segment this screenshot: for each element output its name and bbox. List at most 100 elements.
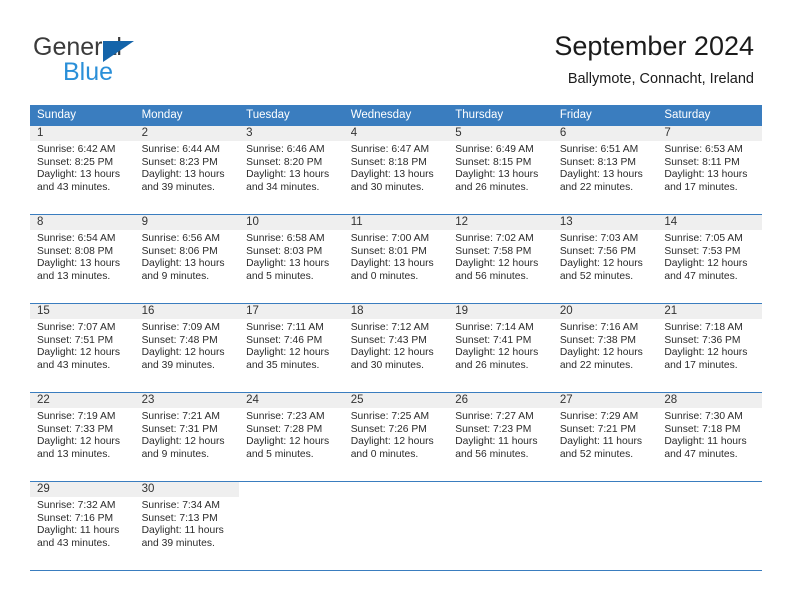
- day-number: 25: [343, 393, 449, 408]
- sunrise-text: Sunrise: 6:47 AM: [350, 144, 430, 155]
- day-cell[interactable]: 26 Sunrise: 7:27 AM Sunset: 7:23 PM Dayl…: [448, 393, 553, 481]
- day-number: [657, 482, 762, 497]
- day-details: Sunrise: 7:19 AM Sunset: 7:33 PM Dayligh…: [30, 408, 135, 461]
- day-number: 15: [30, 304, 135, 319]
- day-cell[interactable]: 4 Sunrise: 6:47 AM Sunset: 8:18 PM Dayli…: [343, 126, 449, 214]
- daylight-text-line2: and 34 minutes.: [246, 181, 320, 193]
- sunrise-text: Sunrise: 6:58 AM: [246, 233, 325, 244]
- daylight-text-line2: and 43 minutes.: [37, 359, 111, 371]
- weekday-header-tuesday: Tuesday: [246, 109, 290, 121]
- day-cell[interactable]: 17 Sunrise: 7:11 AM Sunset: 7:46 PM Dayl…: [239, 304, 344, 392]
- sunset-text: Sunset: 8:01 PM: [350, 245, 427, 257]
- day-details: Sunrise: 7:25 AM Sunset: 7:26 PM Dayligh…: [344, 408, 449, 461]
- daylight-text-line1: Daylight: 13 hours: [246, 169, 330, 181]
- day-details: Sunrise: 6:47 AM Sunset: 8:18 PM Dayligh…: [344, 141, 449, 194]
- sunrise-text: Sunrise: 7:00 AM: [350, 233, 430, 244]
- day-cell[interactable]: 15 Sunrise: 7:07 AM Sunset: 7:51 PM Dayl…: [30, 304, 135, 392]
- logo-text-blue: Blue: [63, 58, 114, 86]
- day-cell[interactable]: 1 Sunrise: 6:42 AM Sunset: 8:25 PM Dayli…: [30, 126, 135, 214]
- sunset-text: Sunset: 7:53 PM: [664, 245, 741, 257]
- daylight-text-line1: Daylight: 12 hours: [455, 258, 539, 270]
- day-cell[interactable]: 7 Sunrise: 6:53 AM Sunset: 8:11 PM Dayli…: [657, 126, 762, 214]
- sunset-text: Sunset: 7:36 PM: [664, 334, 741, 346]
- sunrise-text: Sunrise: 7:02 AM: [455, 233, 534, 244]
- day-cell[interactable]: 5 Sunrise: 6:49 AM Sunset: 8:15 PM Dayli…: [448, 126, 553, 214]
- day-cell[interactable]: 2 Sunrise: 6:44 AM Sunset: 8:23 PM Dayli…: [134, 126, 240, 214]
- day-cell[interactable]: 13 Sunrise: 7:03 AM Sunset: 7:56 PM Dayl…: [552, 215, 658, 303]
- day-cell[interactable]: 25 Sunrise: 7:25 AM Sunset: 7:26 PM Dayl…: [343, 393, 449, 481]
- day-number: [553, 482, 658, 497]
- day-details: Sunrise: 7:34 AM Sunset: 7:13 PM Dayligh…: [135, 497, 240, 550]
- day-cell[interactable]: 18 Sunrise: 7:12 AM Sunset: 7:43 PM Dayl…: [343, 304, 449, 392]
- daylight-text-line2: and 39 minutes.: [141, 181, 215, 193]
- day-number: 21: [657, 304, 762, 319]
- day-number: 9: [134, 215, 240, 230]
- day-cell[interactable]: 28 Sunrise: 7:30 AM Sunset: 7:18 PM Dayl…: [657, 393, 762, 481]
- sunrise-text: Sunrise: 7:32 AM: [37, 500, 116, 511]
- day-cell[interactable]: 12 Sunrise: 7:02 AM Sunset: 7:58 PM Dayl…: [448, 215, 553, 303]
- day-details: Sunrise: 7:00 AM Sunset: 8:01 PM Dayligh…: [344, 230, 449, 283]
- weekday-header-row: Sunday Monday Tuesday Wednesday Thursday…: [30, 105, 762, 126]
- day-cell[interactable]: 11 Sunrise: 7:00 AM Sunset: 8:01 PM Dayl…: [343, 215, 449, 303]
- daylight-text-line2: and 39 minutes.: [141, 537, 215, 549]
- day-details: Sunrise: 7:16 AM Sunset: 7:38 PM Dayligh…: [553, 319, 658, 372]
- day-cell[interactable]: 23 Sunrise: 7:21 AM Sunset: 7:31 PM Dayl…: [134, 393, 240, 481]
- daylight-text-line2: and 5 minutes.: [246, 448, 314, 460]
- day-cell[interactable]: 3 Sunrise: 6:46 AM Sunset: 8:20 PM Dayli…: [239, 126, 344, 214]
- general-blue-logo[interactable]: General Blue: [33, 33, 193, 88]
- daylight-text-line2: and 9 minutes.: [141, 448, 210, 460]
- day-cell[interactable]: 24 Sunrise: 7:23 AM Sunset: 7:28 PM Dayl…: [239, 393, 344, 481]
- day-cell[interactable]: 27 Sunrise: 7:29 AM Sunset: 7:21 PM Dayl…: [552, 393, 658, 481]
- day-cell[interactable]: 30 Sunrise: 7:34 AM Sunset: 7:13 PM Dayl…: [134, 482, 240, 570]
- daylight-text-line1: Daylight: 13 hours: [141, 169, 225, 181]
- sunset-text: Sunset: 7:58 PM: [455, 245, 532, 257]
- daylight-text-line1: Daylight: 11 hours: [455, 436, 538, 448]
- day-cell[interactable]: 21 Sunrise: 7:18 AM Sunset: 7:36 PM Dayl…: [657, 304, 762, 392]
- day-cell[interactable]: 20 Sunrise: 7:16 AM Sunset: 7:38 PM Dayl…: [552, 304, 658, 392]
- weekday-header-sunday: Sunday: [37, 109, 77, 121]
- daylight-text-line2: and 52 minutes.: [559, 448, 634, 460]
- sunset-text: Sunset: 7:46 PM: [246, 334, 323, 346]
- day-number: 29: [30, 482, 135, 497]
- daylight-text-line1: Daylight: 12 hours: [664, 347, 748, 359]
- day-details: Sunrise: 7:07 AM Sunset: 7:51 PM Dayligh…: [30, 319, 135, 372]
- sunset-text: Sunset: 7:33 PM: [37, 423, 114, 435]
- sunset-text: Sunset: 8:20 PM: [246, 156, 323, 168]
- day-cell[interactable]: 6 Sunrise: 6:51 AM Sunset: 8:13 PM Dayli…: [552, 126, 658, 214]
- daylight-text-line2: and 52 minutes.: [559, 270, 634, 282]
- daylight-text-line1: Daylight: 11 hours: [559, 436, 643, 448]
- day-number: [344, 482, 449, 497]
- day-details: Sunrise: 6:56 AM Sunset: 8:06 PM Dayligh…: [135, 230, 240, 283]
- daylight-text-line1: Daylight: 12 hours: [141, 347, 225, 359]
- daylight-text-line2: and 30 minutes.: [350, 359, 424, 371]
- day-cell[interactable]: 19 Sunrise: 7:14 AM Sunset: 7:41 PM Dayl…: [448, 304, 553, 392]
- day-cell[interactable]: 10 Sunrise: 6:58 AM Sunset: 8:03 PM Dayl…: [239, 215, 344, 303]
- day-number: 7: [657, 126, 762, 141]
- sunrise-text: Sunrise: 7:09 AM: [141, 322, 220, 333]
- sunrise-text: Sunrise: 7:14 AM: [455, 322, 534, 333]
- weekday-header-saturday: Saturday: [664, 109, 711, 121]
- daylight-text-line2: and 17 minutes.: [664, 181, 738, 193]
- day-details: Sunrise: 7:23 AM Sunset: 7:28 PM Dayligh…: [239, 408, 344, 461]
- sunrise-text: Sunrise: 7:07 AM: [37, 322, 116, 333]
- day-cell[interactable]: 16 Sunrise: 7:09 AM Sunset: 7:48 PM Dayl…: [134, 304, 240, 392]
- daylight-text-line2: and 39 minutes.: [141, 359, 215, 371]
- sunrise-text: Sunrise: 7:05 AM: [664, 233, 743, 244]
- day-number: 26: [448, 393, 553, 408]
- day-cell[interactable]: 9 Sunrise: 6:56 AM Sunset: 8:06 PM Dayli…: [134, 215, 240, 303]
- week-row: 29 Sunrise: 7:32 AM Sunset: 7:16 PM Dayl…: [30, 482, 762, 571]
- day-details: Sunrise: 7:14 AM Sunset: 7:41 PM Dayligh…: [448, 319, 553, 372]
- daylight-text-line1: Daylight: 13 hours: [559, 169, 643, 181]
- day-cell[interactable]: 8 Sunrise: 6:54 AM Sunset: 8:08 PM Dayli…: [30, 215, 135, 303]
- sunrise-text: Sunrise: 6:56 AM: [141, 233, 220, 244]
- daylight-text-line1: Daylight: 13 hours: [246, 258, 330, 270]
- day-cell[interactable]: 22 Sunrise: 7:19 AM Sunset: 7:33 PM Dayl…: [30, 393, 135, 481]
- day-number: 28: [657, 393, 762, 408]
- day-details: Sunrise: 7:05 AM Sunset: 7:53 PM Dayligh…: [657, 230, 762, 283]
- day-cell[interactable]: 14 Sunrise: 7:05 AM Sunset: 7:53 PM Dayl…: [657, 215, 762, 303]
- daylight-text-line1: Daylight: 11 hours: [141, 525, 224, 537]
- day-details: Sunrise: 6:51 AM Sunset: 8:13 PM Dayligh…: [553, 141, 658, 194]
- day-number: 23: [134, 393, 240, 408]
- sunset-text: Sunset: 8:18 PM: [350, 156, 427, 168]
- day-cell[interactable]: 29 Sunrise: 7:32 AM Sunset: 7:16 PM Dayl…: [30, 482, 135, 570]
